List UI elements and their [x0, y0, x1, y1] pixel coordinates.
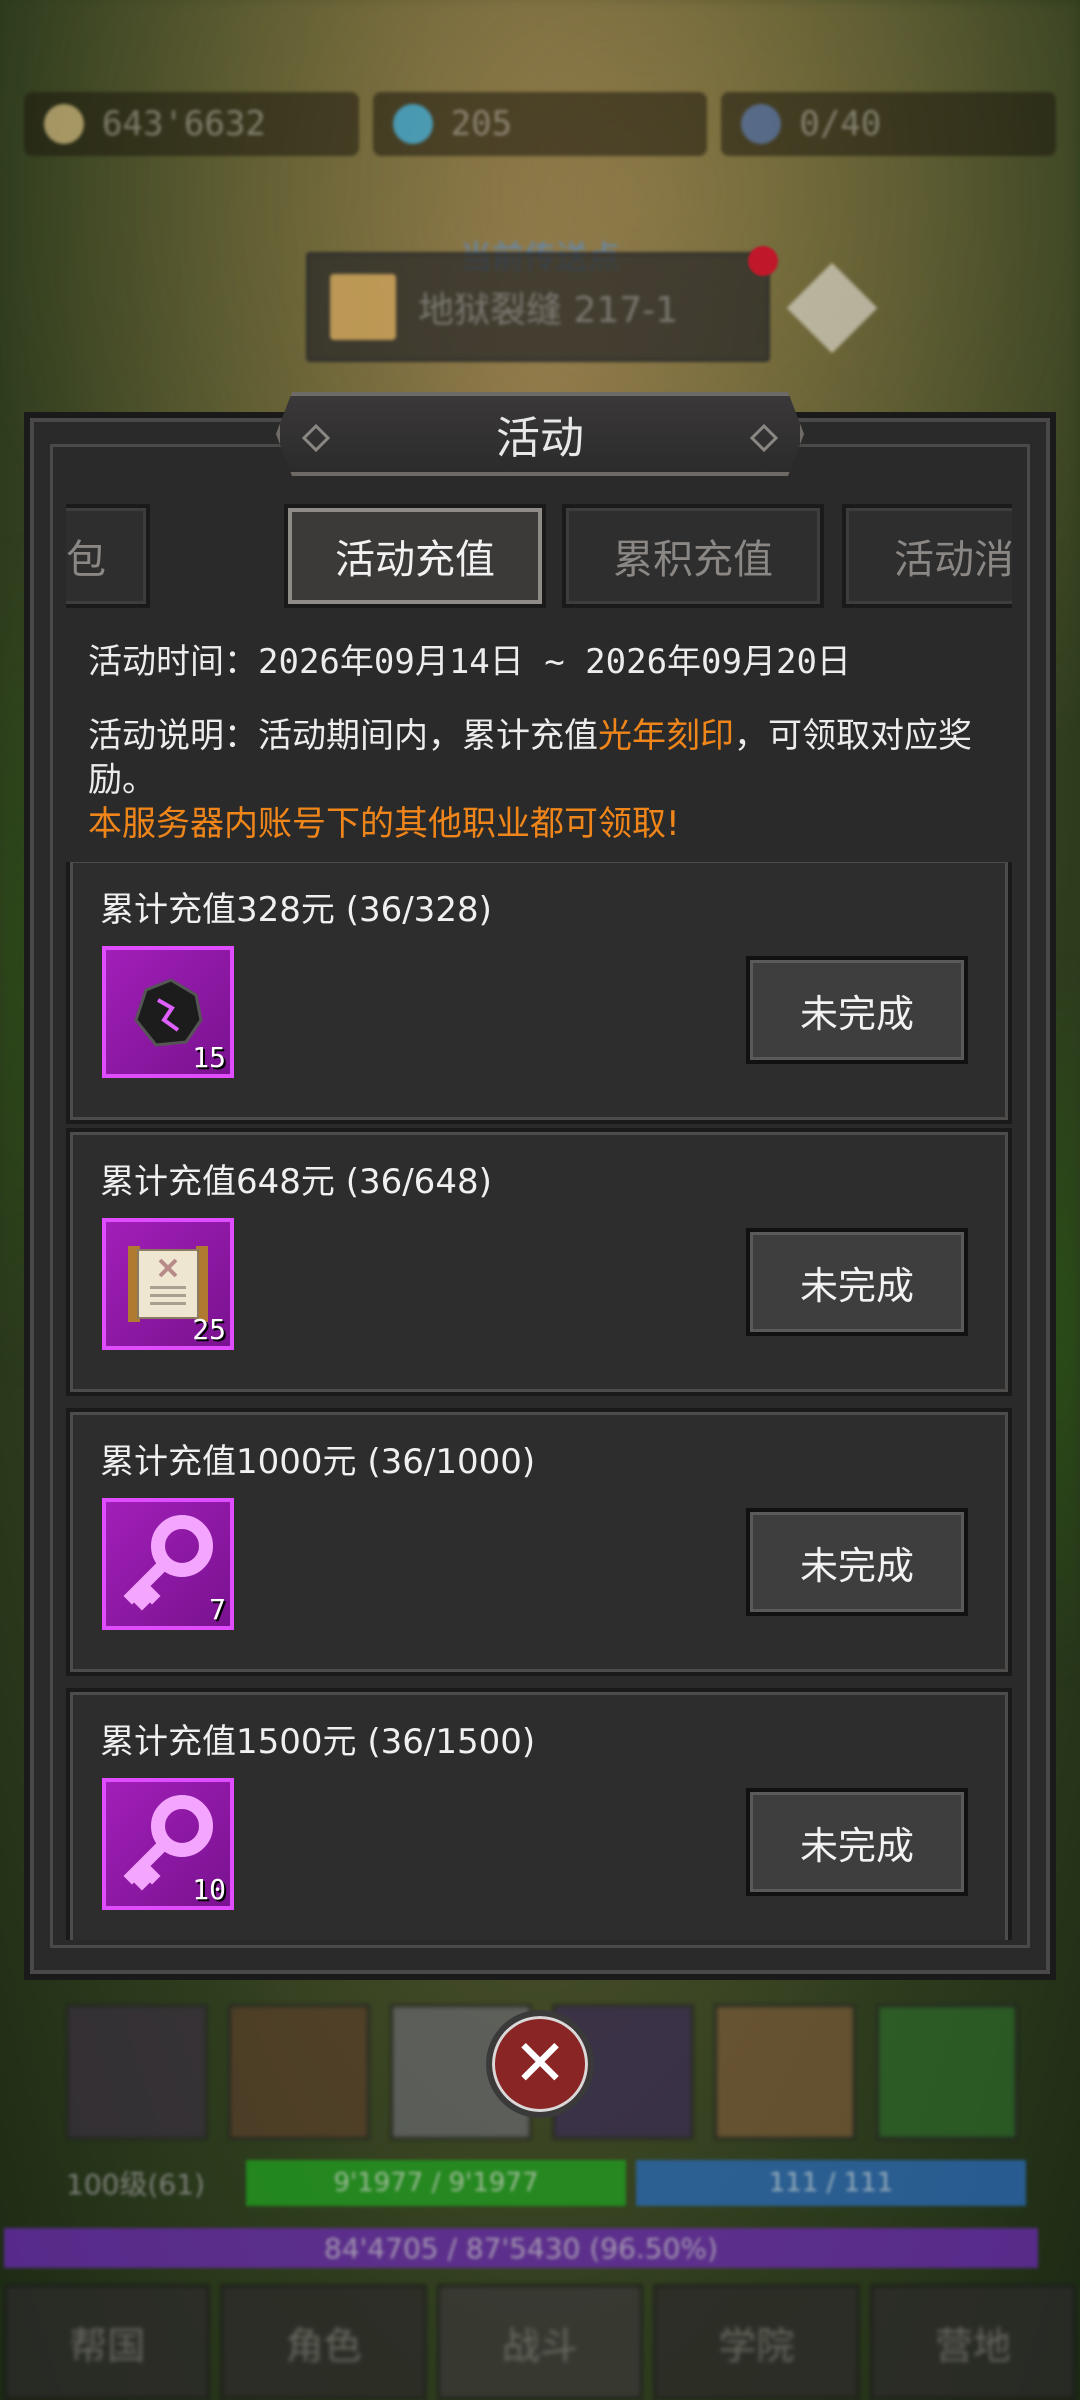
diamond-ornament-icon: [750, 424, 778, 452]
reward-item-slot[interactable]: 15: [102, 946, 234, 1078]
nav-guild: 帮国: [4, 2284, 211, 2400]
claim-button[interactable]: 未完成: [746, 1508, 968, 1616]
status-bars: 100级(61) 9'1977 / 9'1977 111 / 111: [66, 2160, 1032, 2206]
activity-note: 本服务器内账号下的其他职业都可领取!: [88, 804, 680, 844]
claim-button[interactable]: 未完成: [746, 1228, 968, 1336]
claim-button[interactable]: 未完成: [746, 1788, 968, 1896]
diamond-icon: [392, 104, 433, 144]
crystal-icon: [741, 104, 782, 144]
bottom-nav: 帮国 角色 战斗 学院 营地: [0, 2284, 1080, 2400]
hp-bar: 9'1977 / 9'1977: [246, 2160, 626, 2206]
reward-item-slot[interactable]: 25: [102, 1218, 234, 1350]
gold-value: 643'6632: [102, 104, 266, 144]
activity-desc-highlight: 光年刻印: [598, 716, 734, 756]
skill-slot: [714, 2004, 856, 2140]
coin-icon: [44, 104, 84, 144]
nav-character: 角色: [220, 2284, 427, 2400]
tab-label: 限时礼包: [66, 537, 106, 583]
nav-camp: 营地: [869, 2284, 1077, 2400]
panel-title: 活动: [496, 413, 584, 464]
claim-button[interactable]: 未完成: [746, 956, 968, 1064]
panel-title-plate: 活动: [276, 392, 804, 476]
gem-value: 205: [450, 104, 513, 144]
skill-slot: [228, 2004, 370, 2140]
exp-bar: 84'4705 / 87'5430 (96.50%): [4, 2228, 1038, 2268]
crystal-value: 0/40: [799, 104, 882, 144]
skill-slot: [876, 2004, 1018, 2140]
reward-item-slot[interactable]: 10: [102, 1778, 234, 1910]
reward-title: 累计充值1000元 (36/1000): [100, 1442, 536, 1482]
activity-time-label: 活动时间：: [88, 642, 258, 682]
close-button[interactable]: ✕: [486, 2010, 594, 2118]
tab-cumulative-recharge[interactable]: 累积充值: [562, 504, 824, 608]
diamond-ornament-icon: [302, 424, 330, 452]
teleport-button: 地狱裂缝 217-1: [306, 252, 770, 362]
skill-slot: [66, 2004, 208, 2140]
reward-title: 累计充值328元 (36/328): [100, 890, 492, 930]
tab-limited-gift[interactable]: 限时礼包: [66, 504, 150, 608]
reward-item-count: 25: [192, 1313, 226, 1346]
activity-time: 活动时间：2026年09月14日 ~ 2026年09月20日: [88, 640, 1008, 684]
reward-item-count: 10: [192, 1873, 226, 1906]
tab-label: 累积充值: [613, 537, 773, 583]
reward-title: 累计充值1500元 (36/1500): [100, 1722, 536, 1762]
reward-item-count: 15: [192, 1041, 226, 1074]
reward-list[interactable]: 累计充值328元 (36/328) 15 未完成 累计充值648元 (36/64…: [66, 862, 1012, 1940]
teleport-location: 地狱裂缝 217-1: [418, 290, 679, 331]
close-icon: ✕: [513, 2027, 567, 2101]
nav-academy: 学院: [653, 2284, 860, 2400]
reward-card: 累计充值328元 (36/328) 15 未完成: [66, 862, 1012, 1124]
tab-label: 活动消: [894, 537, 1012, 583]
map-icon: [330, 274, 396, 340]
gem-currency: 205: [372, 92, 708, 156]
mp-bar: 111 / 111: [636, 2160, 1026, 2206]
notification-dot: [748, 246, 778, 276]
gold-currency: 643'6632: [24, 92, 359, 156]
crystal-currency: 0/40: [721, 92, 1057, 156]
reward-item-slot[interactable]: 7: [102, 1498, 234, 1630]
nav-battle: 战斗: [436, 2284, 644, 2400]
tab-bar[interactable]: 限时礼包 活动充值 累积充值 活动消: [66, 504, 1012, 608]
tab-activity-consume[interactable]: 活动消: [842, 504, 1012, 608]
activity-time-value: 2026年09月14日 ~ 2026年09月20日: [258, 642, 851, 682]
activity-desc-label: 活动说明：活动期间内，累计充值: [88, 716, 598, 756]
reward-card: 累计充值1500元 (36/1500) 10 未完成: [66, 1688, 1012, 1940]
tab-activity-recharge[interactable]: 活动充值: [284, 504, 546, 608]
tab-label: 活动充值: [335, 537, 495, 583]
player-level: 100级(61): [66, 2168, 205, 2201]
reward-title: 累计充值648元 (36/648): [100, 1162, 492, 1202]
currency-bar: 643'6632 205 0/40: [24, 92, 1057, 156]
reward-card: 累计充值1000元 (36/1000) 7 未完成: [66, 1408, 1012, 1676]
reward-card: 累计充值648元 (36/648) 25 未完成: [66, 1128, 1012, 1396]
reward-item-count: 7: [209, 1593, 226, 1626]
activity-description: 活动说明：活动期间内，累计充值光年刻印，可领取对应奖励。: [88, 714, 1008, 802]
